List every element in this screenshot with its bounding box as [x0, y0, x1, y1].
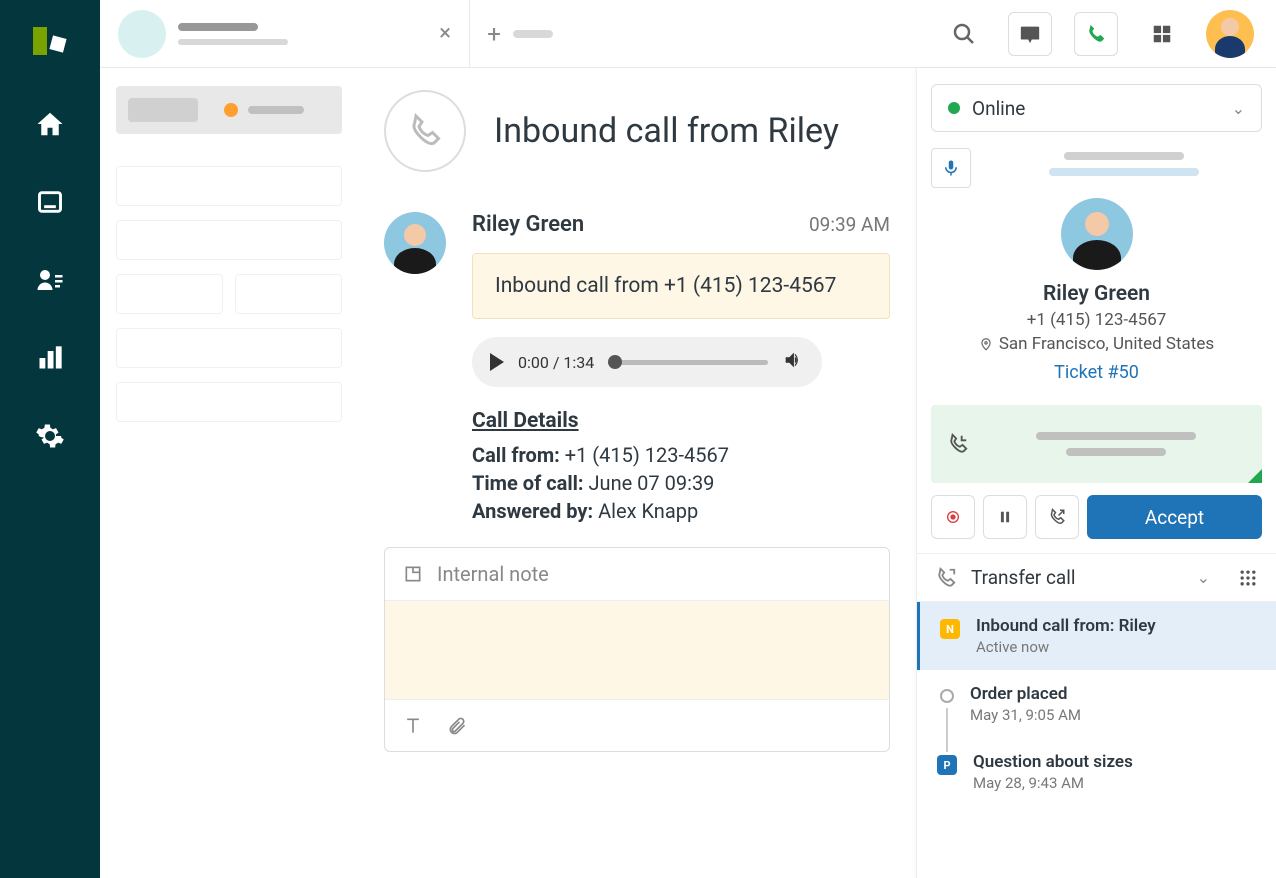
hold-button[interactable]	[983, 495, 1027, 539]
search-icon[interactable]	[942, 12, 986, 56]
transfer-call-icon	[935, 567, 957, 589]
message-time: 09:39 AM	[809, 213, 890, 236]
user-avatar[interactable]	[1206, 10, 1254, 58]
call-panel: Online ⌄ Riley Green +1 (415) 123-4567	[916, 68, 1276, 878]
list-item[interactable]	[116, 328, 342, 368]
nav-home[interactable]	[32, 106, 68, 142]
list-item[interactable]	[116, 274, 223, 314]
ticket-title: Inbound call from Riley	[494, 111, 839, 151]
interaction-timeline: N Inbound call from: Riley Active now Or…	[917, 602, 1276, 806]
accept-button[interactable]: Accept	[1087, 495, 1262, 539]
panel-ticket-link[interactable]: Ticket #50	[931, 362, 1262, 383]
apps-icon[interactable]	[1140, 12, 1184, 56]
timeline-item[interactable]: P Question about sizes May 28, 9:43 AM	[917, 738, 1276, 806]
chat-icon[interactable]	[1008, 12, 1052, 56]
record-button[interactable]	[931, 495, 975, 539]
tab-title-placeholder	[178, 23, 258, 31]
list-filter-pill[interactable]	[116, 86, 342, 134]
phone-circle-icon	[384, 90, 466, 172]
active-call-box	[931, 405, 1262, 483]
call-details-heading: Call Details	[472, 409, 890, 433]
note-icon	[403, 564, 423, 584]
nav-customers[interactable]	[32, 262, 68, 298]
active-tab[interactable]: ×	[100, 0, 470, 68]
caller-avatar	[384, 212, 446, 274]
problem-badge-icon: P	[937, 755, 957, 775]
ticket-main: Inbound call from Riley Riley Green 09:3…	[358, 68, 916, 878]
left-list-column	[100, 68, 358, 878]
online-dot-icon	[948, 102, 960, 114]
call-details: Call Details Call from: +1 (415) 123-456…	[472, 409, 890, 523]
list-item[interactable]	[116, 220, 342, 260]
volume-icon[interactable]	[782, 349, 804, 375]
thread-entry: Riley Green 09:39 AM Inbound call from +…	[384, 212, 890, 527]
list-item[interactable]	[116, 166, 342, 206]
message-box: Inbound call from +1 (415) 123-4567	[472, 253, 890, 319]
nav-admin[interactable]	[32, 418, 68, 454]
timeline-item[interactable]: Order placed May 31, 9:05 AM	[917, 670, 1276, 738]
tab-subtitle-placeholder	[178, 39, 288, 45]
incoming-call-icon	[947, 433, 969, 455]
tab-avatar-placeholder	[118, 10, 166, 58]
caller-name: Riley Green	[472, 212, 584, 237]
new-badge-icon: N	[940, 619, 960, 639]
nav-views[interactable]	[32, 184, 68, 220]
nav-reporting[interactable]	[32, 340, 68, 376]
timeline-dot-icon	[940, 689, 954, 703]
audio-player[interactable]: 0:00 / 1:34	[472, 337, 822, 387]
status-dropdown[interactable]: Online ⌄	[931, 84, 1262, 132]
transfer-call-row[interactable]: Transfer call ⌄	[917, 553, 1276, 602]
composer-textarea[interactable]	[385, 601, 889, 699]
audio-progress[interactable]	[608, 360, 768, 365]
timeline-item[interactable]: N Inbound call from: Riley Active now	[917, 602, 1276, 670]
text-format-icon[interactable]	[403, 715, 423, 737]
panel-caller-name: Riley Green	[931, 282, 1262, 306]
list-item[interactable]	[235, 274, 342, 314]
main-area: × +	[100, 0, 1276, 878]
status-dot-icon	[224, 103, 238, 117]
dialpad-icon[interactable]	[1238, 568, 1258, 588]
composer: Internal note	[384, 547, 890, 752]
close-icon[interactable]: ×	[439, 21, 451, 46]
chevron-down-icon: ⌄	[1197, 568, 1210, 587]
top-tab-bar: × +	[100, 0, 1276, 68]
play-icon[interactable]	[490, 353, 504, 371]
location-icon	[979, 337, 993, 351]
list-item[interactable]	[116, 382, 342, 422]
attachment-icon[interactable]	[447, 715, 467, 737]
app-logo[interactable]	[28, 20, 72, 64]
plus-icon[interactable]: +	[487, 20, 501, 48]
composer-label: Internal note	[437, 562, 549, 586]
mic-icon[interactable]	[931, 148, 971, 188]
transfer-button[interactable]	[1035, 495, 1079, 539]
audio-time: 0:00 / 1:34	[518, 353, 594, 372]
panel-caller-phone: +1 (415) 123-4567	[931, 310, 1262, 330]
nav-rail	[0, 0, 100, 878]
panel-caller-location: San Francisco, United States	[931, 334, 1262, 354]
caller-avatar	[1061, 198, 1133, 270]
phone-icon[interactable]	[1074, 12, 1118, 56]
add-tab[interactable]: +	[470, 20, 570, 48]
chevron-down-icon: ⌄	[1232, 99, 1245, 118]
